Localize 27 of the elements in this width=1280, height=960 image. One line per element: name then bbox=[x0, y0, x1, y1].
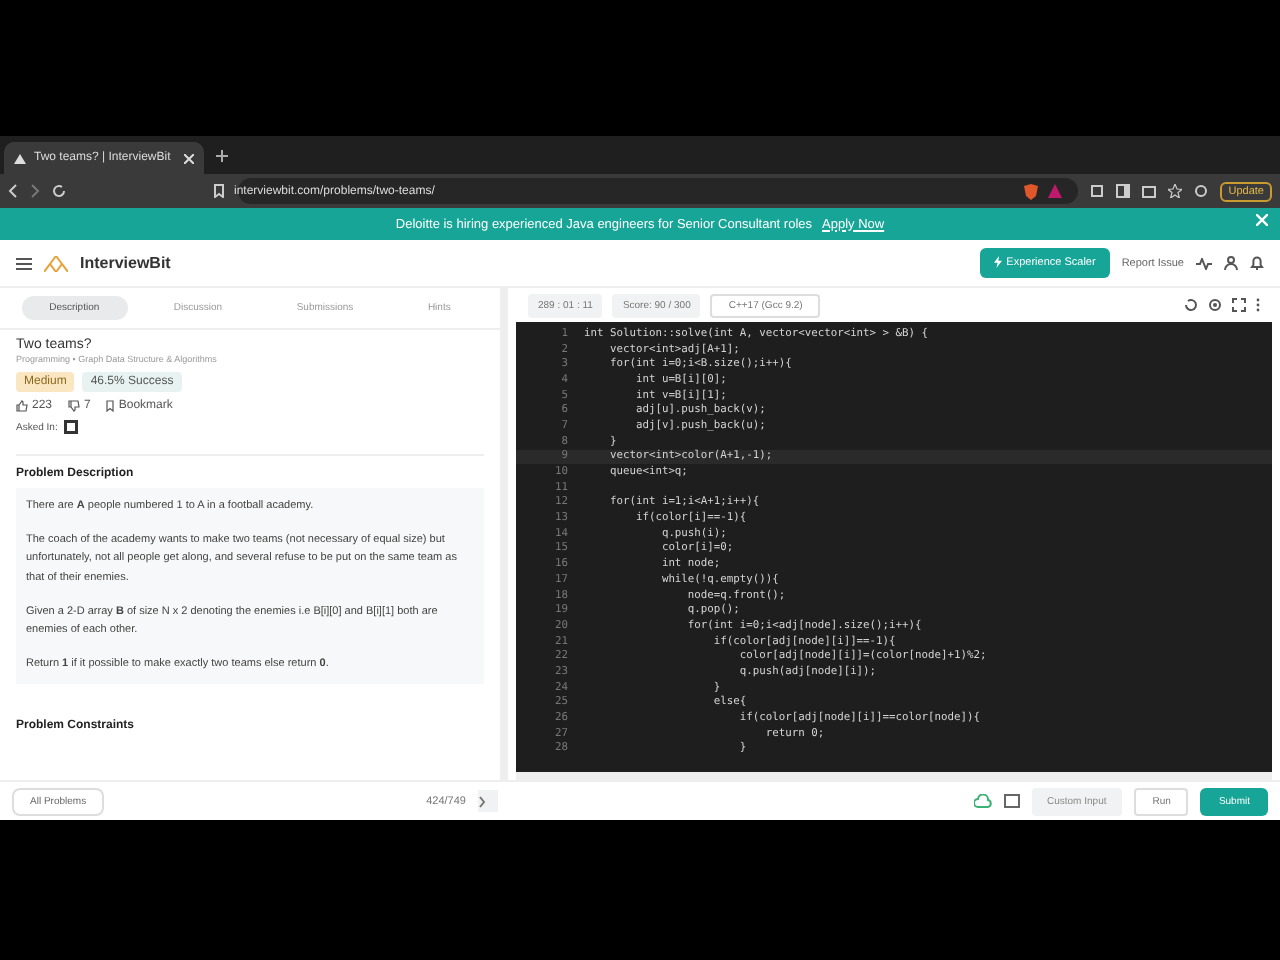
sidebar-icon[interactable] bbox=[1116, 184, 1131, 198]
new-tab-icon[interactable] bbox=[216, 149, 228, 161]
next-button[interactable] bbox=[477, 790, 498, 812]
reset-icon[interactable] bbox=[1184, 298, 1198, 312]
logo-icon bbox=[44, 255, 68, 271]
star-icon[interactable] bbox=[1168, 184, 1183, 198]
shield-icon[interactable] bbox=[1024, 183, 1039, 199]
bookmark-icon[interactable] bbox=[106, 400, 115, 412]
thumbs-up-icon[interactable] bbox=[16, 400, 28, 412]
triangle-icon[interactable] bbox=[1048, 184, 1063, 198]
bell-icon[interactable] bbox=[1250, 256, 1264, 270]
chevron-icon bbox=[477, 795, 486, 807]
forward-icon[interactable] bbox=[30, 184, 40, 198]
menu-icon[interactable] bbox=[16, 257, 32, 269]
reload-icon[interactable] bbox=[52, 184, 66, 198]
company-logo-icon bbox=[63, 420, 78, 434]
back-icon[interactable] bbox=[8, 184, 18, 198]
expand-icon[interactable] bbox=[1232, 298, 1246, 312]
activity-icon[interactable] bbox=[1196, 257, 1212, 269]
close-icon[interactable] bbox=[184, 153, 194, 163]
code-editor[interactable] bbox=[516, 322, 1272, 780]
user-icon[interactable] bbox=[1224, 256, 1238, 270]
thumbs-down-icon[interactable] bbox=[68, 400, 81, 412]
cloud-check-icon[interactable] bbox=[973, 794, 991, 808]
logo-text[interactable]: InterviewBit bbox=[80, 254, 171, 272]
bolt-icon bbox=[994, 256, 1003, 269]
site-icon bbox=[14, 153, 26, 163]
